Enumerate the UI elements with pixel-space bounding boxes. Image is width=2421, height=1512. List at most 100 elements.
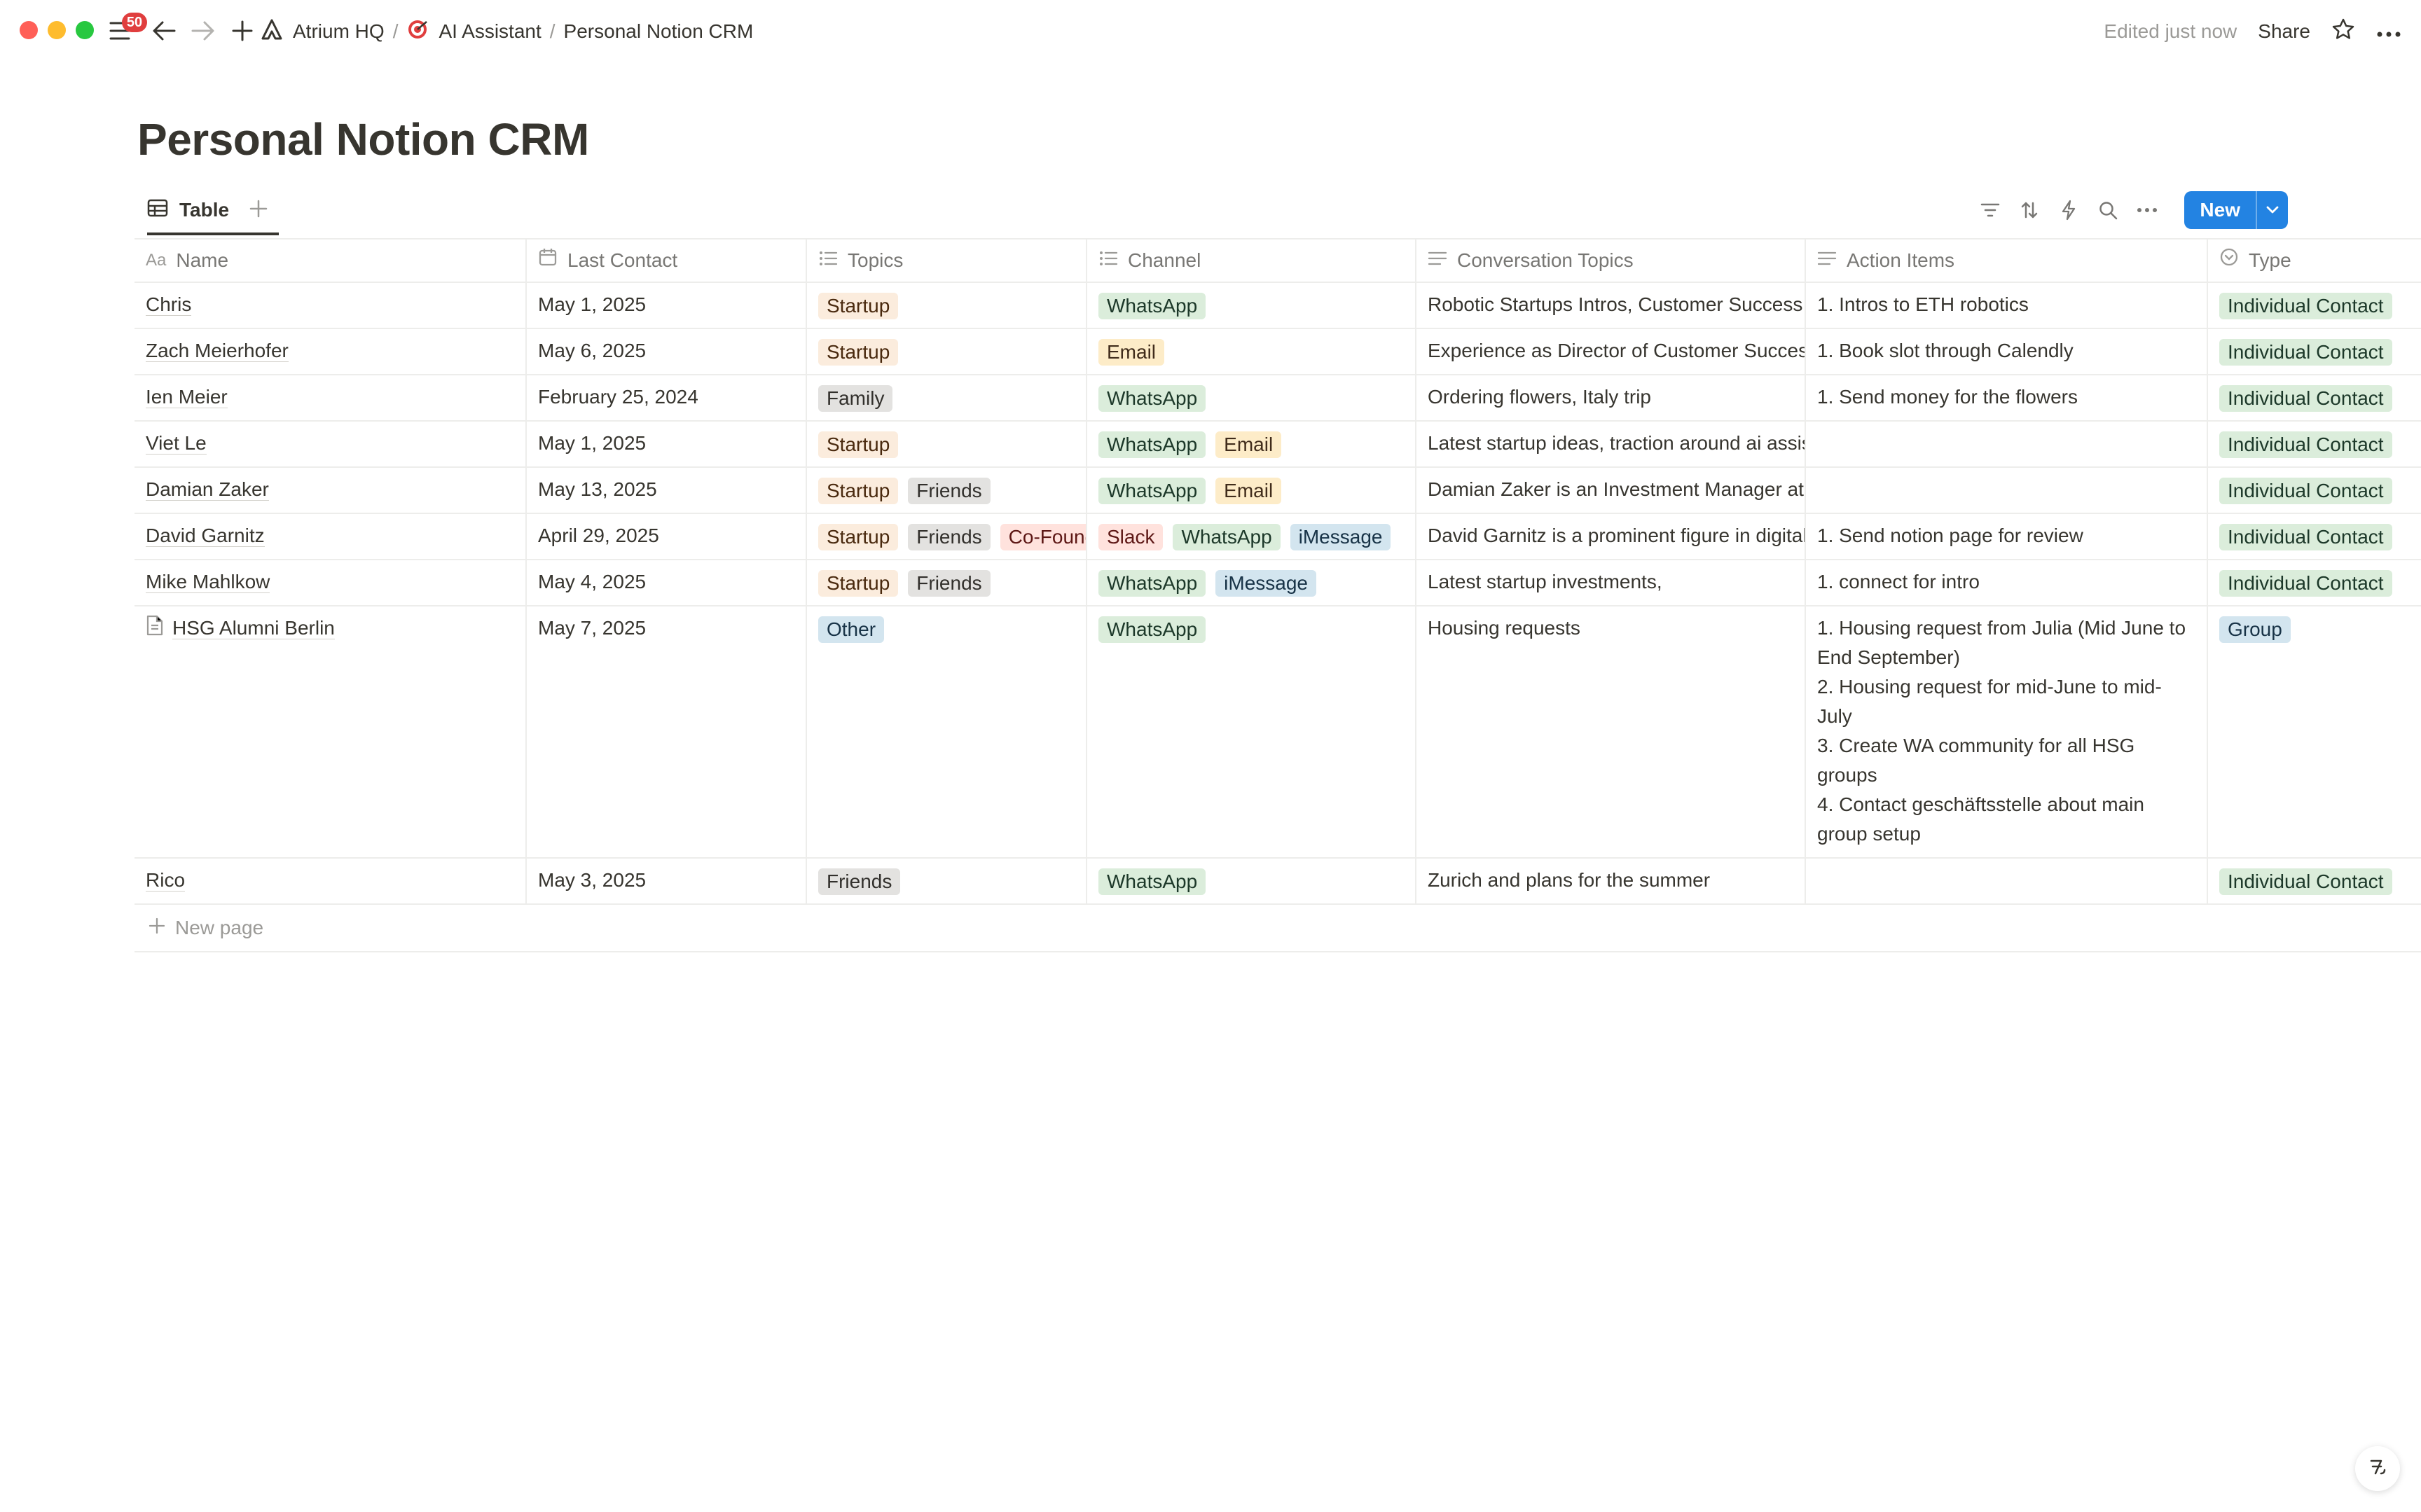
conversation-cell[interactable]: Ordering flowers, Italy trip	[1416, 375, 1806, 420]
channel-cell[interactable]: WhatsApp	[1087, 859, 1416, 903]
view-more-icon[interactable]	[2137, 200, 2158, 221]
table-row[interactable]: Damian Zaker May 13, 2025 Startup Friends…	[134, 468, 2421, 514]
tab-table[interactable]: Table	[147, 190, 229, 230]
column-header-action-items[interactable]: Action Items	[1806, 240, 2208, 282]
search-icon[interactable]	[2097, 200, 2118, 221]
last-contact-cell[interactable]: May 7, 2025	[527, 606, 807, 857]
last-contact-cell[interactable]: February 25, 2024	[527, 375, 807, 420]
share-button[interactable]: Share	[2258, 20, 2310, 43]
name-cell[interactable]: David Garnitz	[134, 514, 527, 559]
channel-cell[interactable]: Slack WhatsApp iMessage	[1087, 514, 1416, 559]
action-items-cell[interactable]: 1. Send notion page for review	[1806, 514, 2208, 559]
favorite-star-icon[interactable]	[2331, 18, 2355, 46]
add-view-button[interactable]	[249, 190, 268, 230]
type-cell[interactable]: Individual Contact	[2208, 375, 2421, 420]
page-title[interactable]: Personal Notion CRM	[137, 113, 589, 165]
type-cell[interactable]: Individual Contact	[2208, 422, 2421, 466]
channel-cell[interactable]: Email	[1087, 329, 1416, 374]
action-items-cell[interactable]: 1. Housing request from Julia (Mid June …	[1806, 606, 2208, 857]
column-header-type[interactable]: Type	[2208, 240, 2421, 282]
conversation-cell[interactable]: Robotic Startups Intros, Customer Succes…	[1416, 283, 1806, 328]
name-cell[interactable]: HSG Alumni Berlin	[134, 606, 527, 857]
more-options-icon[interactable]	[2376, 20, 2401, 43]
last-contact-cell[interactable]: May 6, 2025	[527, 329, 807, 374]
topics-cell[interactable]: Other	[807, 606, 1087, 857]
last-contact-cell[interactable]: May 1, 2025	[527, 422, 807, 466]
type-cell[interactable]: Individual Contact	[2208, 329, 2421, 374]
action-items-cell[interactable]: 1. connect for intro	[1806, 560, 2208, 605]
forward-arrow-icon[interactable]	[186, 14, 220, 48]
action-items-cell[interactable]: 1. Book slot through Calendly	[1806, 329, 2208, 374]
new-tab-plus-icon[interactable]	[226, 14, 259, 48]
column-header-channel[interactable]: Channel	[1087, 240, 1416, 282]
channel-cell[interactable]: WhatsApp iMessage	[1087, 560, 1416, 605]
new-button-label[interactable]: New	[2184, 191, 2256, 229]
conversation-cell[interactable]: Zurich and plans for the summer	[1416, 859, 1806, 903]
chevron-down-icon[interactable]	[2256, 191, 2288, 229]
conversation-cell[interactable]: David Garnitz is a prominent figure in d…	[1416, 514, 1806, 559]
table-row[interactable]: Chris May 1, 2025 Startup WhatsApp Robot…	[134, 283, 2421, 329]
conversation-cell[interactable]: Experience as Director of Customer Succe…	[1416, 329, 1806, 374]
automation-lightning-icon[interactable]	[2058, 200, 2079, 221]
type-cell[interactable]: Individual Contact	[2208, 560, 2421, 605]
column-header-last-contact[interactable]: Last Contact	[527, 240, 807, 282]
table-row[interactable]: Ien Meier February 25, 2024 Family Whats…	[134, 375, 2421, 422]
type-cell[interactable]: Individual Contact	[2208, 468, 2421, 513]
topics-cell[interactable]: Startup	[807, 283, 1087, 328]
channel-cell[interactable]: WhatsApp	[1087, 606, 1416, 857]
sort-icon[interactable]	[2019, 200, 2040, 221]
new-button[interactable]: New	[2184, 191, 2288, 229]
channel-cell[interactable]: WhatsApp Email	[1087, 468, 1416, 513]
minimize-window-button[interactable]	[48, 21, 66, 39]
table-row[interactable]: Mike Mahlkow May 4, 2025 Startup Friends …	[134, 560, 2421, 606]
topics-cell[interactable]: Family	[807, 375, 1087, 420]
action-items-cell[interactable]: 1. Send money for the flowers	[1806, 375, 2208, 420]
name-cell[interactable]: Rico	[134, 859, 527, 903]
help-button[interactable]	[2355, 1446, 2400, 1491]
conversation-cell[interactable]: Housing requests	[1416, 606, 1806, 857]
table-row[interactable]: David Garnitz April 29, 2025 Startup Frie…	[134, 514, 2421, 560]
name-cell[interactable]: Damian Zaker	[134, 468, 527, 513]
breadcrumb-personal-notion-crm[interactable]: Personal Notion CRM	[564, 20, 754, 43]
name-cell[interactable]: Zach Meierhofer	[134, 329, 527, 374]
action-items-cell[interactable]	[1806, 422, 2208, 466]
table-row[interactable]: Rico May 3, 2025 Friends WhatsApp Zurich…	[134, 859, 2421, 905]
maximize-window-button[interactable]	[76, 21, 94, 39]
column-header-conversation-topics[interactable]: Conversation Topics	[1416, 240, 1806, 282]
table-row[interactable]: Zach Meierhofer May 6, 2025 Startup Emai…	[134, 329, 2421, 375]
last-contact-cell[interactable]: May 4, 2025	[527, 560, 807, 605]
topics-cell[interactable]: Startup Friends	[807, 468, 1087, 513]
close-window-button[interactable]	[20, 21, 38, 39]
topics-cell[interactable]: Friends	[807, 859, 1087, 903]
topics-cell[interactable]: Startup Friends Co-Founder	[807, 514, 1087, 559]
channel-cell[interactable]: WhatsApp Email	[1087, 422, 1416, 466]
type-cell[interactable]: Group	[2208, 606, 2421, 857]
conversation-cell[interactable]: Damian Zaker is an Investment Manager at	[1416, 468, 1806, 513]
conversation-cell[interactable]: Latest startup ideas, traction around ai…	[1416, 422, 1806, 466]
action-items-cell[interactable]	[1806, 468, 2208, 513]
name-cell[interactable]: Mike Mahlkow	[134, 560, 527, 605]
channel-cell[interactable]: WhatsApp	[1087, 283, 1416, 328]
topics-cell[interactable]: Startup	[807, 329, 1087, 374]
name-cell[interactable]: Chris	[134, 283, 527, 328]
filter-icon[interactable]	[1980, 200, 2001, 221]
breadcrumb-ai-assistant[interactable]: AI Assistant	[406, 18, 542, 46]
last-contact-cell[interactable]: May 3, 2025	[527, 859, 807, 903]
type-cell[interactable]: Individual Contact	[2208, 283, 2421, 328]
type-cell[interactable]: Individual Contact	[2208, 859, 2421, 903]
action-items-cell[interactable]	[1806, 859, 2208, 903]
last-contact-cell[interactable]: May 13, 2025	[527, 468, 807, 513]
table-row[interactable]: HSG Alumni Berlin May 7, 2025 Other What…	[134, 606, 2421, 859]
table-row[interactable]: Viet Le May 1, 2025 Startup WhatsApp Emai…	[134, 422, 2421, 468]
name-cell[interactable]: Ien Meier	[134, 375, 527, 420]
last-contact-cell[interactable]: May 1, 2025	[527, 283, 807, 328]
column-header-topics[interactable]: Topics	[807, 240, 1087, 282]
channel-cell[interactable]: WhatsApp	[1087, 375, 1416, 420]
back-arrow-icon[interactable]	[147, 14, 181, 48]
last-contact-cell[interactable]: April 29, 2025	[527, 514, 807, 559]
type-cell[interactable]: Individual Contact	[2208, 514, 2421, 559]
action-items-cell[interactable]: 1. Intros to ETH robotics	[1806, 283, 2208, 328]
breadcrumb-atrium-hq[interactable]: Atrium HQ	[261, 18, 385, 46]
conversation-cell[interactable]: Latest startup investments,	[1416, 560, 1806, 605]
name-cell[interactable]: Viet Le	[134, 422, 527, 466]
